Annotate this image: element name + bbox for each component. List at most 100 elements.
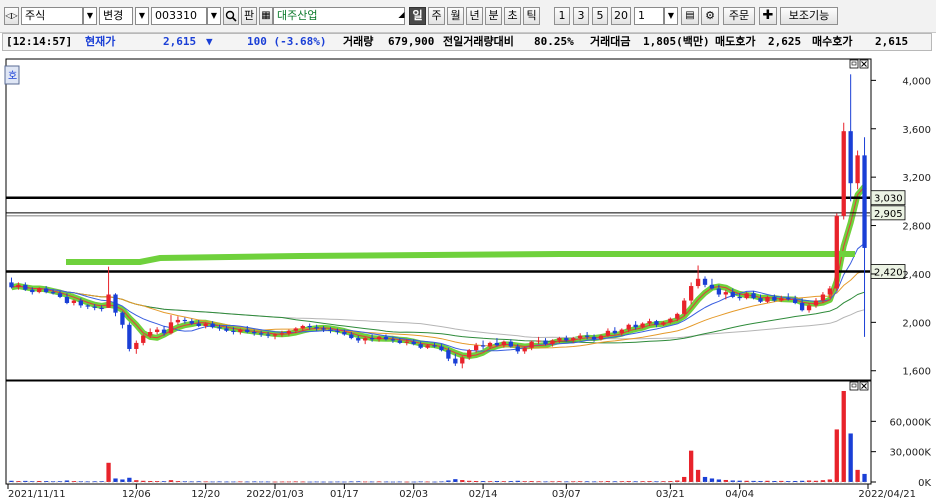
candle-body-48 bbox=[342, 332, 347, 335]
candle-body-50 bbox=[356, 338, 361, 341]
candle-body-77 bbox=[543, 340, 548, 345]
candle-body-72 bbox=[508, 341, 513, 347]
candle-body-18 bbox=[134, 342, 139, 349]
volume-bar-64 bbox=[453, 479, 458, 482]
candle-body-102 bbox=[716, 288, 722, 295]
candle-body-73 bbox=[515, 346, 520, 352]
svg-text:호: 호 bbox=[8, 70, 17, 82]
candle-body-90 bbox=[633, 324, 638, 328]
interval-3[interactable]: 3 bbox=[573, 7, 589, 25]
period-tab-3[interactable]: 년 bbox=[466, 7, 483, 25]
date-tick-7: 03/07 bbox=[552, 489, 581, 499]
market-dropdown-icon[interactable]: ▼ bbox=[83, 7, 97, 25]
pan-button[interactable]: 판 bbox=[241, 7, 257, 25]
date-tick-0: 2021/11/11 bbox=[8, 489, 66, 499]
company-name-field[interactable]: 대주산업 bbox=[273, 7, 405, 25]
volume-bar-118 bbox=[827, 479, 833, 482]
market-select[interactable]: 주식 bbox=[21, 7, 83, 25]
candle-body-6 bbox=[50, 292, 56, 294]
interval-dropdown-icon[interactable]: ▼ bbox=[664, 7, 678, 25]
code-dropdown-icon[interactable]: ▼ bbox=[207, 7, 221, 25]
stock-chart[interactable]: 3,030 2,905 2,420 4,000 3,600 3,200 2,800 2,40… bbox=[0, 0, 936, 499]
settings-icon[interactable]: ⚙ bbox=[701, 7, 719, 25]
candle-body-53 bbox=[376, 336, 382, 340]
candle-body-39 bbox=[279, 333, 285, 335]
candle-body-89 bbox=[626, 324, 631, 330]
change-select[interactable]: 변경 bbox=[99, 7, 133, 25]
trade-amount-label: 거래대금 bbox=[590, 35, 631, 48]
candle-body-36 bbox=[258, 333, 264, 335]
candle-body-4 bbox=[37, 288, 42, 293]
volume-bar-16 bbox=[120, 479, 125, 482]
prev-volume-ratio-label: 전일거래량대비 bbox=[443, 35, 514, 48]
interval-5[interactable]: 5 bbox=[592, 7, 608, 25]
candle-body-93 bbox=[654, 321, 659, 325]
candle-body-32 bbox=[231, 330, 236, 333]
interval-input[interactable]: 1 bbox=[634, 7, 664, 25]
candle-body-117 bbox=[820, 294, 826, 301]
candle-body-99 bbox=[695, 278, 701, 287]
stock-grid-icon[interactable]: ▦ bbox=[259, 7, 273, 25]
candle-body-62 bbox=[439, 346, 444, 351]
interval-1[interactable]: 1 bbox=[554, 7, 570, 25]
quote-time: [12:14:57] bbox=[6, 35, 73, 48]
volume-bar-15 bbox=[113, 478, 118, 482]
interval-20[interactable]: 20 bbox=[611, 7, 631, 25]
volume-bar-14 bbox=[106, 462, 111, 482]
period-tab-4[interactable]: 분 bbox=[485, 7, 502, 25]
search-icon[interactable] bbox=[223, 7, 239, 25]
aux-function-button[interactable]: 보조기능 bbox=[780, 7, 838, 25]
candle-body-70 bbox=[494, 342, 500, 346]
down-arrow-icon: ▼ bbox=[206, 35, 213, 48]
candle-body-10 bbox=[78, 300, 83, 306]
candle-body-108 bbox=[758, 298, 763, 302]
date-tick-4: 01/17 bbox=[330, 489, 359, 499]
candle-body-100 bbox=[702, 278, 708, 285]
candle-body-57 bbox=[404, 341, 409, 343]
period-tab-0[interactable]: 일 bbox=[409, 7, 426, 25]
date-tick-10: 2022/04/21 bbox=[858, 489, 916, 499]
volume-bar-103 bbox=[723, 479, 728, 482]
stock-code-input[interactable]: 003310 bbox=[151, 7, 207, 25]
chart-home-icon[interactable]: 호 bbox=[4, 65, 20, 85]
period-tab-2[interactable]: 월 bbox=[447, 7, 464, 25]
add-icon[interactable]: ✚ bbox=[759, 7, 777, 25]
candle-body-17 bbox=[127, 324, 132, 349]
price-tick-1: 3,600 bbox=[902, 125, 931, 136]
price-tick-2: 3,200 bbox=[902, 173, 931, 184]
volume-bar-121 bbox=[848, 433, 853, 482]
period-tab-6[interactable]: 틱 bbox=[523, 7, 540, 25]
candle-body-106 bbox=[744, 293, 749, 299]
candle-body-49 bbox=[349, 334, 354, 339]
company-dropdown-icon[interactable]: ◢ bbox=[397, 7, 406, 25]
volume-bar-122 bbox=[855, 469, 860, 482]
candle-body-85 bbox=[598, 335, 604, 340]
candle-body-37 bbox=[265, 334, 271, 336]
candle-body-11 bbox=[85, 305, 90, 307]
candle-body-14 bbox=[106, 294, 111, 308]
candle-body-42 bbox=[300, 325, 305, 329]
save-icon[interactable]: ▤ bbox=[681, 7, 699, 25]
price-tick-5: 2,000 bbox=[902, 318, 931, 329]
volume-tick-2: 0K bbox=[918, 478, 931, 489]
change-dropdown-icon[interactable]: ▼ bbox=[135, 7, 149, 25]
period-tab-5[interactable]: 초 bbox=[504, 7, 521, 25]
candle-body-47 bbox=[335, 330, 340, 333]
trade-amount: 1,805(백만) bbox=[643, 35, 710, 48]
price-tick-6: 1,600 bbox=[902, 367, 931, 378]
candle-body-3 bbox=[30, 289, 35, 293]
volume-bar-17 bbox=[127, 477, 132, 482]
current-price-label: 현재가 bbox=[85, 35, 116, 48]
candle-body-54 bbox=[383, 336, 389, 340]
price-tick-0: 4,000 bbox=[902, 76, 931, 87]
order-button[interactable]: 주문 bbox=[723, 7, 755, 25]
toggle-icon[interactable]: ◁▷ bbox=[4, 7, 19, 25]
candle-body-116 bbox=[813, 300, 819, 306]
volume-panel[interactable] bbox=[5, 380, 872, 485]
candle-body-2 bbox=[23, 284, 28, 290]
period-tab-1[interactable]: 주 bbox=[428, 7, 445, 25]
candle-body-103 bbox=[723, 292, 728, 295]
candle-body-29 bbox=[210, 323, 215, 328]
candle-body-31 bbox=[224, 328, 229, 331]
candle-body-55 bbox=[390, 339, 396, 341]
